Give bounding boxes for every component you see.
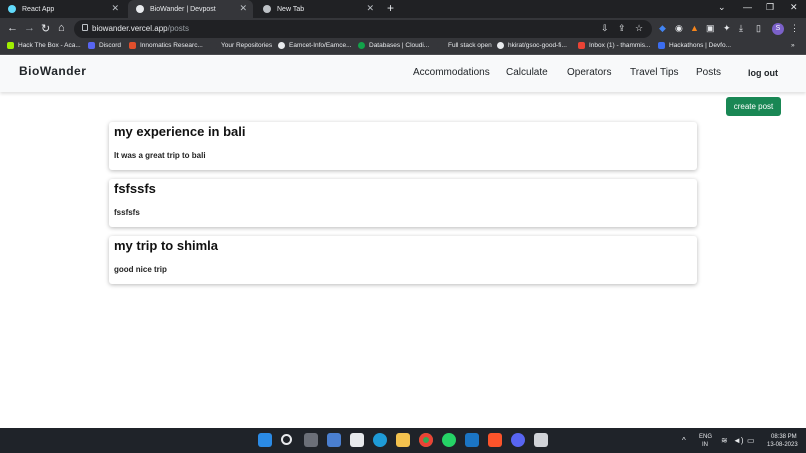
discord-icon (88, 42, 95, 49)
minimize-icon[interactable]: — (743, 2, 752, 12)
share-icon[interactable]: ⇪ (618, 23, 626, 34)
devpost-favicon-icon (136, 5, 144, 13)
lock-icon (82, 24, 88, 31)
innomatics-icon (129, 42, 136, 49)
hackthebox-icon (7, 42, 14, 49)
chrome-favicon-icon (263, 5, 271, 13)
url-text[interactable]: biowander.vercel.app/posts (92, 24, 189, 33)
download-icon[interactable]: ⤓ (739, 23, 743, 34)
close-tab-icon[interactable]: ✕ (366, 3, 374, 14)
post-body: fssfsfs (114, 208, 140, 217)
more-bookmarks-icon[interactable]: » (791, 42, 795, 49)
puzzle-icon[interactable]: ✦ (723, 23, 731, 34)
back-icon[interactable]: ← (7, 22, 18, 34)
post-card[interactable]: fsfssfs fssfsfs (109, 179, 697, 227)
chrome-icon[interactable] (419, 433, 433, 447)
github-icon (278, 42, 285, 49)
app-navbar (0, 56, 806, 92)
extension-icon[interactable]: ▣ (706, 23, 715, 34)
edge-icon[interactable] (373, 433, 387, 447)
folder-icon (437, 42, 444, 49)
clock-time[interactable]: 08:38 PM (771, 434, 797, 440)
bookmark-item[interactable]: Discord (88, 42, 121, 49)
bookmark-item[interactable]: Hackathons | Devfo... (658, 42, 731, 49)
gmail-icon (578, 42, 585, 49)
bookmark-star-icon[interactable]: ☆ (635, 23, 643, 34)
clock-date: 13-08-2023 (767, 442, 798, 448)
bookmark-item[interactable]: Full stack open (437, 42, 492, 49)
start-icon[interactable] (258, 433, 272, 447)
post-body: It was a great trip to bali (114, 151, 206, 160)
language-indicator[interactable]: ENG (699, 434, 712, 440)
home-icon[interactable]: ⌂ (58, 22, 65, 34)
whatsapp-icon[interactable] (442, 433, 456, 447)
post-card[interactable]: my experience in bali It was a great tri… (109, 122, 697, 170)
reload-icon[interactable]: ↻ (41, 22, 50, 35)
tab-label: BioWander | Devpost (150, 5, 216, 13)
vscode-icon[interactable] (465, 433, 479, 447)
react-favicon-icon (8, 5, 16, 13)
tab-biowander-devpost[interactable]: BioWander | Devpost ✕ (128, 0, 253, 18)
extension-icon[interactable]: ◉ (675, 23, 683, 34)
logout-button[interactable]: log out (748, 68, 778, 78)
camera-app-icon[interactable] (327, 433, 341, 447)
window-close-icon[interactable]: ✕ (790, 2, 798, 13)
profile-avatar[interactable]: S (772, 23, 784, 35)
extension-icon[interactable]: ◆ (659, 23, 666, 34)
menu-icon[interactable]: ⋮ (790, 23, 799, 34)
brand-logo[interactable]: BioWander (19, 64, 86, 78)
nav-link-operators[interactable]: Operators (567, 67, 611, 78)
metamask-icon[interactable]: ▲ (690, 23, 699, 33)
bookmark-item[interactable]: Inbox (1) - thammis... (578, 42, 650, 49)
bookmark-item[interactable]: Your Repositories (210, 42, 272, 49)
new-tab-button[interactable]: + (387, 1, 394, 15)
snipping-tool-icon[interactable] (534, 433, 548, 447)
tab-label: React App (22, 5, 55, 13)
tab-react-app[interactable]: React App ✕ (0, 0, 125, 18)
tab-label: New Tab (277, 5, 305, 13)
install-app-icon[interactable]: ⇩ (601, 23, 609, 34)
chevron-up-icon[interactable]: ^ (682, 436, 686, 445)
github-icon (497, 42, 504, 49)
file-explorer-icon[interactable] (396, 433, 410, 447)
maximize-icon[interactable]: ❐ (766, 2, 774, 13)
bookmark-item[interactable]: Innomatics Researc... (129, 42, 203, 49)
store-icon[interactable] (350, 433, 364, 447)
bookmark-item[interactable]: hkirat/gsoc-good-fi... (497, 42, 567, 49)
create-post-button[interactable]: create post (726, 97, 781, 116)
close-tab-icon[interactable]: ✕ (111, 3, 119, 14)
side-panel-icon[interactable]: ▯ (756, 23, 761, 34)
task-view-icon[interactable] (304, 433, 318, 447)
post-card[interactable]: my trip to shimla good nice trip (109, 236, 697, 284)
devfolio-icon (658, 42, 665, 49)
tab-search-icon[interactable]: ⌄ (718, 2, 726, 13)
search-icon[interactable] (281, 434, 292, 445)
tab-new-tab[interactable]: New Tab ✕ (255, 0, 380, 18)
volume-icon[interactable]: ◄) (733, 436, 744, 445)
nav-link-travel-tips[interactable]: Travel Tips (630, 67, 679, 78)
battery-icon[interactable]: ▭ (747, 436, 755, 445)
brave-icon[interactable] (488, 433, 502, 447)
post-body: good nice trip (114, 265, 167, 274)
bookmark-item[interactable]: Eamcet-Info/Eamce... (278, 42, 352, 49)
region-indicator: IN (702, 442, 708, 448)
wifi-icon[interactable]: ≋ (721, 436, 728, 445)
bookmark-item[interactable]: Hack The Box - Aca... (7, 42, 81, 49)
forward-icon[interactable]: → (24, 22, 35, 34)
post-title: my trip to shimla (114, 238, 219, 253)
nav-link-accommodations[interactable]: Accommodations (413, 67, 490, 78)
bookmark-item[interactable]: Databases | Cloudi... (358, 42, 429, 49)
close-tab-icon[interactable]: ✕ (239, 3, 247, 14)
mongodb-icon (358, 42, 365, 49)
folder-icon (210, 42, 217, 49)
post-title: my experience in bali (114, 124, 246, 139)
discord-icon[interactable] (511, 433, 525, 447)
nav-link-calculate[interactable]: Calculate (506, 67, 548, 78)
post-title: fsfssfs (114, 181, 156, 196)
nav-link-posts[interactable]: Posts (696, 67, 721, 78)
